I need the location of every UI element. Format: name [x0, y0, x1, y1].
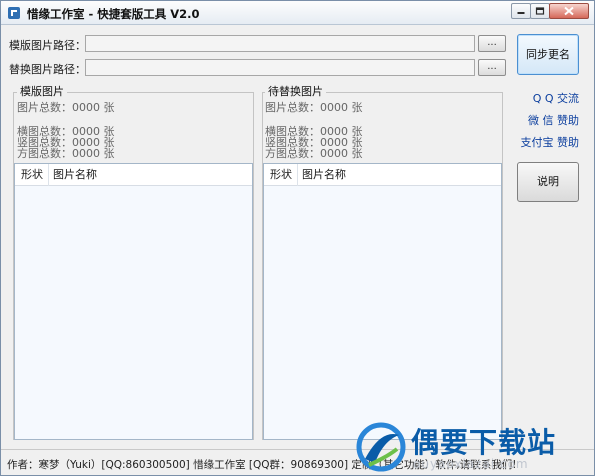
maximize-icon: [535, 7, 545, 15]
app-icon: [8, 7, 20, 19]
watermark-logo-icon: [356, 422, 406, 472]
replace-total-count: 图片总数：0000 张: [265, 101, 363, 114]
template-list-header: 形状 图片名称: [15, 164, 252, 186]
alipay-sponsor-link[interactable]: 支付宝 赞助: [515, 134, 580, 150]
help-button[interactable]: 说明: [517, 162, 579, 202]
replace-group-title: 待替换图片: [265, 83, 326, 99]
template-image-list[interactable]: 形状 图片名称: [14, 163, 253, 440]
wechat-sponsor-link[interactable]: 微 信 赞助: [515, 112, 579, 128]
template-browse-button[interactable]: ...: [478, 35, 506, 52]
main-window: 惜缘工作室 - 快捷套版工具 V2.0 模版图片路径： ... 替换图片路径： …: [0, 0, 595, 476]
close-button[interactable]: [549, 3, 589, 19]
replace-path-input[interactable]: [85, 59, 475, 76]
title-bar[interactable]: 惜缘工作室 - 快捷套版工具 V2.0: [1, 1, 594, 25]
replace-list-header: 形状 图片名称: [264, 164, 501, 186]
sync-rename-button[interactable]: 同步更名: [517, 34, 579, 75]
replace-col-shape[interactable]: 形状: [264, 164, 298, 186]
qq-contact-link[interactable]: Q Q 交流: [515, 90, 579, 106]
replace-browse-button[interactable]: ...: [478, 59, 506, 76]
replace-path-label: 替换图片路径：: [9, 63, 86, 76]
replace-col-name[interactable]: 图片名称: [302, 164, 346, 186]
window-title: 惜缘工作室 - 快捷套版工具 V2.0: [27, 7, 200, 21]
close-icon: [564, 6, 574, 16]
watermark: 偶要下载站 ouyaoxiazai.com: [353, 419, 593, 475]
watermark-brand: 偶要下载站: [411, 426, 557, 459]
template-path-input[interactable]: [85, 35, 475, 52]
maximize-button[interactable]: [530, 3, 550, 19]
template-total-count: 图片总数：0000 张: [17, 101, 115, 114]
minimize-button[interactable]: [511, 3, 531, 19]
replace-square-count: 方图总数：0000 张: [265, 147, 363, 160]
template-col-shape[interactable]: 形状: [15, 164, 49, 186]
template-path-label: 模版图片路径：: [9, 39, 86, 52]
template-group-title: 模版图片: [17, 83, 67, 99]
replace-image-list[interactable]: 形状 图片名称: [263, 163, 502, 440]
minimize-icon: [517, 12, 525, 14]
template-col-name[interactable]: 图片名称: [53, 164, 97, 186]
watermark-url: ouyaoxiazai.com: [413, 457, 529, 471]
template-square-count: 方图总数：0000 张: [17, 147, 115, 160]
